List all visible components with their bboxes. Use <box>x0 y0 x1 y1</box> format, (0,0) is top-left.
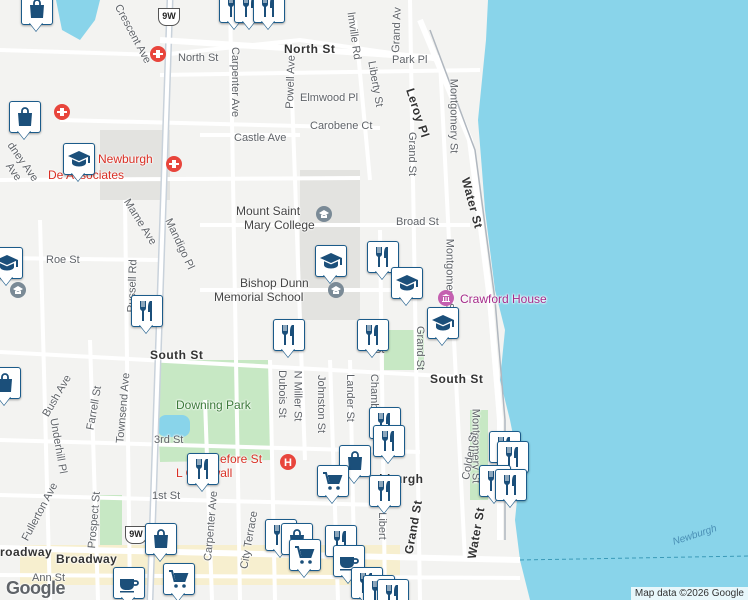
bishop-dunn-label-1: Bishop Dunn <box>240 276 309 290</box>
map-attribution[interactable]: Map data ©2026 Google <box>630 587 748 600</box>
elmwood-pl-label: Elmwood Pl <box>300 92 359 104</box>
route-9w-shield: 9W <box>158 8 180 26</box>
hospital-icon[interactable] <box>166 156 182 172</box>
newburgh-dental-label-1: Newburgh <box>98 152 153 166</box>
powell-ave-label: Powell Ave <box>283 55 298 109</box>
restaurant-marker[interactable] <box>372 424 406 468</box>
grocery-marker[interactable] <box>288 538 322 582</box>
restaurant-marker[interactable] <box>130 294 164 338</box>
grocery-marker[interactable] <box>316 464 350 508</box>
restaurant-marker[interactable] <box>272 318 306 362</box>
shopping-marker[interactable] <box>0 366 22 410</box>
castle-ave-label: Castle Ave <box>234 132 287 144</box>
restaurant-marker[interactable] <box>356 318 390 362</box>
carpenter-ave-north-label: Carpenter Ave <box>229 46 242 118</box>
school-marker[interactable] <box>390 266 424 310</box>
shopping-marker[interactable] <box>20 0 54 36</box>
svg-text:H: H <box>284 457 292 469</box>
restaurant-marker[interactable] <box>368 474 402 518</box>
grocery-marker[interactable] <box>162 562 196 600</box>
restaurant-marker[interactable] <box>376 578 410 600</box>
dubois-st-label: Dubois St <box>275 370 288 418</box>
hospital-icon[interactable] <box>54 104 70 120</box>
google-logo: Google <box>6 578 66 598</box>
mount-saint-mary-label-1: Mount Saint <box>236 204 301 218</box>
school-marker[interactable] <box>314 244 348 288</box>
n-miller-st-label: N Miller St <box>291 370 304 422</box>
downing-park-label: Downing Park <box>176 398 251 412</box>
bishop-dunn-label-2: Memorial School <box>214 290 304 304</box>
broad-st-label: Broad St <box>396 216 439 228</box>
grand-st-north-label: Grand St <box>406 131 419 177</box>
school-marker[interactable] <box>62 142 96 186</box>
grand-st-mid-label: Grand St <box>414 325 427 371</box>
lander-st-label: Lander St <box>343 374 356 422</box>
green-small <box>100 495 122 550</box>
roe-st-label: Roe St <box>46 254 80 266</box>
johnston-st-label: Johnston St <box>315 374 328 434</box>
crawford-house-label: Crawford House <box>460 292 547 306</box>
mount-saint-mary-label-2: Mary College <box>244 218 315 232</box>
school-icon[interactable] <box>316 206 332 222</box>
shopping-marker[interactable] <box>8 100 42 144</box>
beefore-st-label: efore St <box>220 452 263 466</box>
south-st-label: South St <box>150 348 204 362</box>
north-st-west-label: North St <box>178 52 219 64</box>
school-marker[interactable] <box>426 306 460 350</box>
montgomery-st-north-label: Montgomery St <box>447 78 460 154</box>
hospital-icon[interactable]: H <box>280 454 296 470</box>
broadway-label: Broadway <box>56 552 118 566</box>
third-st-label: 3rd St <box>154 434 184 446</box>
broadway-west-label: roadway <box>0 545 53 559</box>
grand-av-label: Grand Av <box>390 6 404 54</box>
hospital-icon[interactable] <box>150 46 166 62</box>
cafe-marker[interactable] <box>112 566 146 600</box>
museum-icon[interactable] <box>438 290 454 306</box>
south-st-east-label: South St <box>430 372 484 386</box>
restaurant-marker[interactable] <box>252 0 286 34</box>
restaurant-marker[interactable] <box>494 468 528 512</box>
map-view[interactable]: 9W 9W North St North St South St South S… <box>0 0 748 600</box>
first-st-label: 1st St <box>152 490 181 502</box>
shopping-marker[interactable] <box>144 522 178 566</box>
restaurant-marker[interactable] <box>186 452 220 496</box>
carobene-ct-label: Carobene Ct <box>310 120 373 132</box>
park-pl-label: Park Pl <box>392 54 428 66</box>
school-marker[interactable] <box>0 246 24 290</box>
